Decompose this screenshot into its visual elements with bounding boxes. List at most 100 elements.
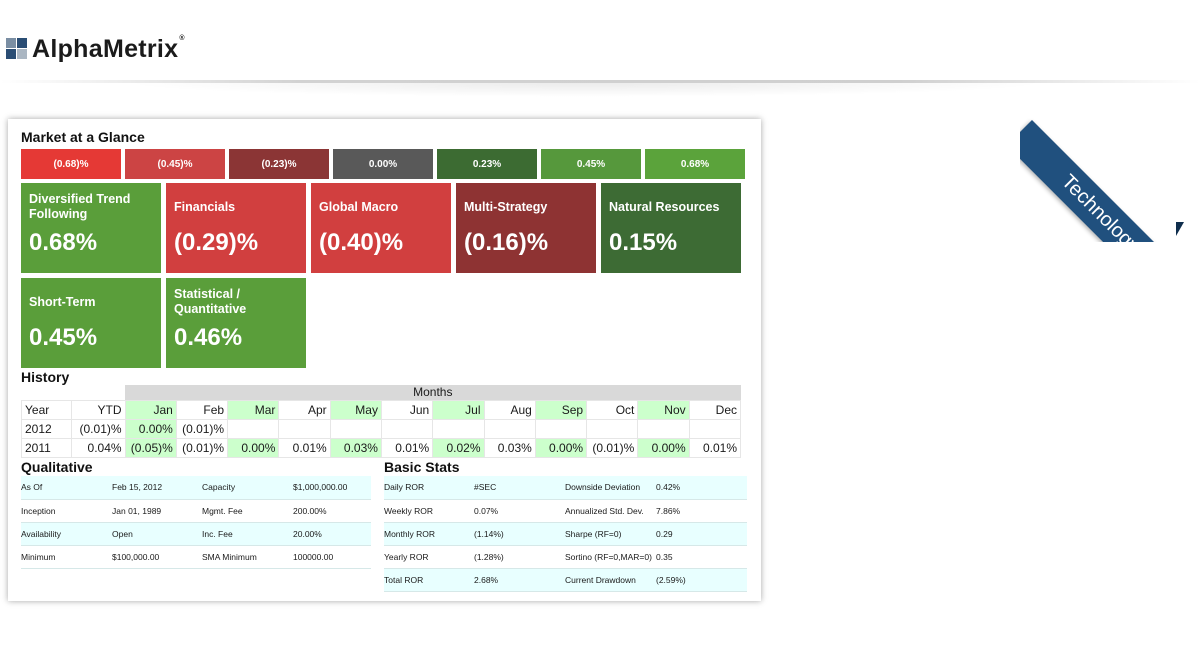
history-cell: 0.00% <box>637 437 690 458</box>
tile-name: Global Macro <box>319 199 399 214</box>
stat-value: 0.42% <box>656 476 747 500</box>
column-header: Year <box>20 399 73 420</box>
history-cell: 2012 <box>20 418 73 439</box>
history-cell <box>432 418 485 439</box>
stat-row: Monthly ROR (1.14%) Sharpe (RF=0) 0.29 <box>384 522 747 546</box>
tile-name: Multi-Strategy <box>464 199 548 214</box>
history-cell <box>586 418 639 439</box>
column-header: YTD <box>71 399 126 420</box>
history-row: 2011 0.04% (0.05)% (0.01)% 0.00% 0.01% 0.03% 0.… <box>20 437 742 458</box>
stat-label: Weekly ROR <box>384 499 474 523</box>
tile-value: 0.46% <box>174 324 243 351</box>
scale-cell: 0.00% <box>333 149 433 179</box>
stat-label: Capacity <box>202 476 293 500</box>
sector-tile[interactable]: Statistical / Quantitative 0.46% <box>166 278 306 368</box>
tile-value: 0.68% <box>29 229 98 256</box>
tile-name: Natural Resources <box>609 199 720 214</box>
stat-row: Availability Open Inc. Fee 20.00% <box>21 522 371 546</box>
logo[interactable]: AlphaMetrix® <box>6 34 185 63</box>
stat-label: Inc. Fee <box>202 522 293 546</box>
stat-label: Annualized Std. Dev. <box>565 499 656 523</box>
history-table: Months Year YTD Jan Feb Mar Apr May Jun Jul Aug Se… <box>20 385 742 458</box>
scale-cell: (0.23)% <box>229 149 329 179</box>
stat-row: Inception Jan 01, 1989 Mgmt. Fee 200.00% <box>21 499 371 523</box>
basic-stats-title: Basic Stats <box>384 459 460 475</box>
history-cell <box>227 418 280 439</box>
history-cell: 0.01% <box>278 437 331 458</box>
stat-value: (1.28%) <box>474 545 565 569</box>
months-label: Months <box>125 385 741 400</box>
qualitative-title: Qualitative <box>21 459 93 475</box>
history-cell <box>637 418 690 439</box>
stat-value: $100,000.00 <box>112 545 202 569</box>
history-cell: 0.00% <box>227 437 280 458</box>
sector-tile[interactable]: Natural Resources 0.15% <box>601 183 741 273</box>
column-header: Sep <box>534 399 588 420</box>
history-cell: 2011 <box>20 437 73 458</box>
scale-cell: (0.45)% <box>125 149 225 179</box>
history-cell <box>380 418 434 439</box>
logo-squares-icon <box>6 38 28 60</box>
brand-name: AlphaMetrix® <box>32 34 185 63</box>
sector-tile[interactable]: Financials (0.29)% <box>166 183 306 273</box>
ribbon-fold <box>1176 222 1184 236</box>
stat-label: Availability <box>21 522 112 546</box>
tile-value: (0.16)% <box>464 229 549 256</box>
column-header: Jul <box>432 399 485 420</box>
tile-name: Financials <box>174 199 236 214</box>
stat-value: (2.59%) <box>656 568 747 592</box>
stat-value: 200.00% <box>293 499 371 523</box>
stat-label: Downside Deviation <box>565 476 656 500</box>
stat-value: Open <box>112 522 202 546</box>
stat-row: Yearly ROR (1.28%) Sortino (RF=0,MAR=0) 0.3… <box>384 545 747 569</box>
sector-tile[interactable]: Short-Term 0.45% <box>21 278 161 368</box>
scale-cell: 0.68% <box>645 149 745 179</box>
history-cell: 0.01% <box>688 437 742 458</box>
market-title: Market at a Glance <box>21 129 145 145</box>
history-cell: (0.05)% <box>124 437 177 458</box>
stat-value: Jan 01, 1989 <box>112 499 202 523</box>
column-header: Mar <box>227 399 280 420</box>
sector-tile[interactable]: Global Macro (0.40)% <box>311 183 451 273</box>
column-header: Dec <box>688 399 742 420</box>
stat-row: Total ROR 2.68% Current Drawdown (2.59%) <box>384 568 747 592</box>
tile-name: Diversified Trend Following <box>29 192 131 221</box>
history-cell: 0.03% <box>483 437 536 458</box>
stat-label: SMA Minimum <box>202 545 293 569</box>
stat-label: As Of <box>21 476 112 500</box>
tile-name: Statistical / Quantitative <box>174 287 247 316</box>
tile-value: (0.29)% <box>174 229 259 256</box>
tile-value: 0.15% <box>609 229 678 256</box>
sector-tile[interactable]: Diversified Trend Following 0.68% <box>21 183 161 273</box>
stat-row: Weekly ROR 0.07% Annualized Std. Dev. 7.86% <box>384 499 747 523</box>
stat-row: Daily ROR #SEC Downside Deviation 0.42% <box>384 476 747 500</box>
history-cell: 0.01% <box>380 437 434 458</box>
stat-value: (1.14%) <box>474 522 565 546</box>
scale-cell: 0.23% <box>437 149 537 179</box>
history-cell: (0.01)% <box>175 418 229 439</box>
stat-label: Yearly ROR <box>384 545 474 569</box>
history-cell: 0.00% <box>124 418 177 439</box>
scale-cell: (0.68)% <box>21 149 121 179</box>
scale-cell: 0.45% <box>541 149 641 179</box>
stat-label: Inception <box>21 499 112 523</box>
stat-row: Minimum $100,000.00 SMA Minimum 100000.00 <box>21 545 371 569</box>
stat-value: 0.29 <box>656 522 747 546</box>
months-header-row: Months <box>21 385 741 400</box>
history-cell <box>278 418 331 439</box>
stat-label: Total ROR <box>384 568 474 592</box>
stat-label: Mgmt. Fee <box>202 499 293 523</box>
stat-value: 2.68% <box>474 568 565 592</box>
history-cell <box>329 418 382 439</box>
stat-label: Sharpe (RF=0) <box>565 522 656 546</box>
history-cell: (0.01)% <box>586 437 639 458</box>
category-ribbon[interactable]: Technology <box>1020 72 1200 242</box>
history-row: 2012 (0.01)% 0.00% (0.01)% <box>20 418 742 439</box>
tile-name: Short-Term <box>29 294 96 309</box>
ribbon-label: Technology <box>1020 120 1195 242</box>
qualitative-table: As Of Feb 15, 2012 Capacity $1,000,000.00 In… <box>21 476 371 569</box>
stat-value: 20.00% <box>293 522 371 546</box>
sector-tile[interactable]: Multi-Strategy (0.16)% <box>456 183 596 273</box>
tile-value: 0.45% <box>29 324 98 351</box>
basic-stats-table: Daily ROR #SEC Downside Deviation 0.42% Week… <box>384 476 747 592</box>
